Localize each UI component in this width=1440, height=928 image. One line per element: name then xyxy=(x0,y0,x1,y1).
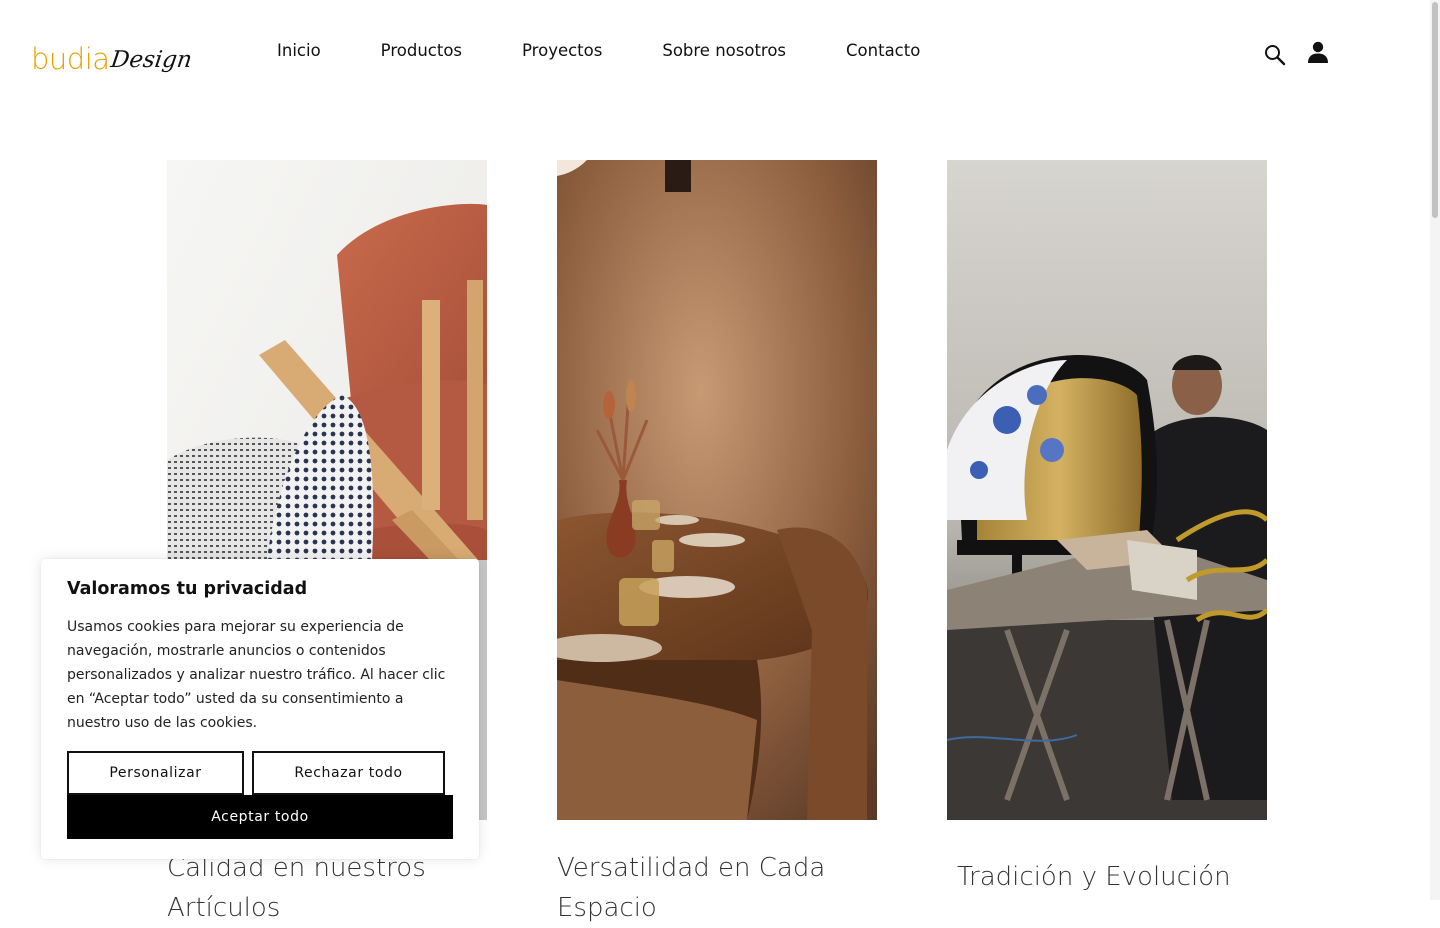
reject-all-button[interactable]: Rechazar todo xyxy=(252,751,445,795)
accept-all-button[interactable]: Aceptar todo xyxy=(67,795,453,839)
main-nav: Inicio Productos Proyectos Sobre nosotro… xyxy=(277,39,920,63)
search-icon[interactable] xyxy=(1263,43,1287,71)
site-header: budia Design Inicio Productos Proyectos … xyxy=(0,0,1430,105)
card-title[interactable]: Tradición y Evolución xyxy=(957,857,1277,897)
nav-item-proyectos[interactable]: Proyectos xyxy=(522,39,602,63)
card-image-restaurant[interactable] xyxy=(557,160,877,820)
nav-item-inicio[interactable]: Inicio xyxy=(277,39,321,63)
card-image-workshop[interactable] xyxy=(947,160,1267,820)
card-title[interactable]: Calidad en nuestros Artículos xyxy=(167,848,487,928)
card-title[interactable]: Versatilidad en Cada Espacio xyxy=(557,848,877,928)
cookie-consent-banner: Valoramos tu privacidad Usamos cookies p… xyxy=(41,559,479,859)
cookie-banner-text: Usamos cookies para mejorar su experienc… xyxy=(67,619,446,731)
logo-design-text: Design xyxy=(108,47,194,73)
logo-budia-text: budia xyxy=(31,42,110,76)
page-scrollbar[interactable] xyxy=(1430,0,1440,900)
scrollbar-thumb[interactable] xyxy=(1432,2,1438,218)
card-versatilidad[interactable]: Versatilidad en Cada Espacio xyxy=(557,160,877,923)
customize-button[interactable]: Personalizar xyxy=(67,751,244,795)
nav-item-sobre-nosotros[interactable]: Sobre nosotros xyxy=(662,39,786,63)
logo[interactable]: budia Design xyxy=(31,35,194,76)
cookie-banner-title: Valoramos tu privacidad xyxy=(67,579,308,599)
nav-item-productos[interactable]: Productos xyxy=(381,39,462,63)
nav-item-contacto[interactable]: Contacto xyxy=(846,39,920,63)
card-tradicion[interactable]: Tradición y Evolución xyxy=(947,160,1267,892)
user-icon[interactable] xyxy=(1306,40,1330,68)
